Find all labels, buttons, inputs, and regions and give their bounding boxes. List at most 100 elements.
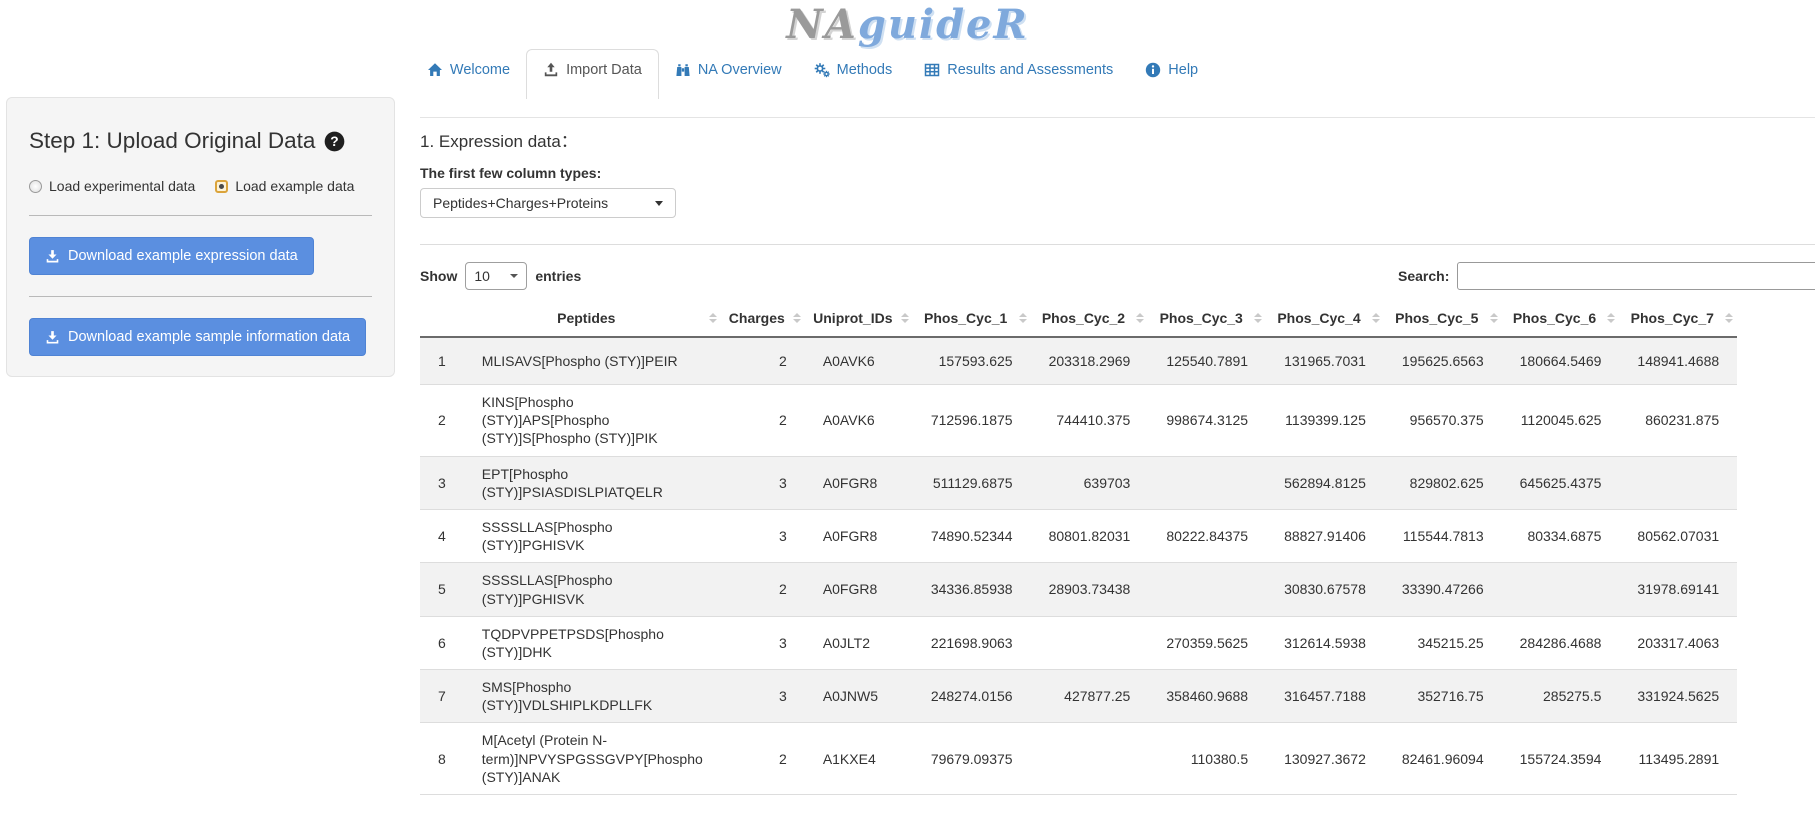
table-search-control: Search: (1398, 262, 1815, 290)
uniprot-cell: A0JNW5 (805, 670, 913, 723)
content-top-rule (420, 117, 1815, 118)
sort-arrows-icon[interactable] (793, 313, 801, 323)
row-number-cell: 7 (420, 670, 464, 723)
tab-label: Methods (837, 62, 893, 78)
search-input[interactable] (1457, 262, 1815, 290)
tab-methods[interactable]: Methods (798, 50, 909, 90)
table-row[interactable]: 6TQDPVPPETPSDS[Phospho (STY)]DHK3A0JLT22… (420, 616, 1737, 669)
column-types-label: The first few column types: (420, 165, 1815, 181)
download-button-label: Download example expression data (68, 248, 298, 264)
phos-cyc-4-cell: 316457.7188 (1266, 670, 1384, 723)
nav-tabs: WelcomeImport DataNA Overview Methods Resu… (0, 50, 1815, 99)
table-row[interactable]: 3EPT[Phospho (STY)]PSIASDISLPIATQELR3A0F… (420, 456, 1737, 509)
radio-unselected-icon[interactable] (29, 180, 42, 193)
radio-selected-icon[interactable] (215, 180, 228, 193)
phos-cyc-5-cell: 956570.375 (1384, 385, 1502, 457)
phos-cyc-7-cell: 331924.5625 (1619, 670, 1737, 723)
column-header-peptides[interactable]: Peptides (464, 300, 721, 337)
tab-results-and-assessments[interactable]: Results and Assessments (908, 50, 1129, 90)
column-header-phos_cyc_7[interactable]: Phos_Cyc_7 (1619, 300, 1737, 337)
charge-cell: 2 (721, 563, 805, 616)
column-header-phos_cyc_2[interactable]: Phos_Cyc_2 (1031, 300, 1149, 337)
tab-welcome[interactable]: Welcome (411, 50, 526, 90)
peptide-cell: SMS[Phospho (STY)]VDLSHIPLKDPLLFK (464, 670, 721, 723)
column-header-phos_cyc_6[interactable]: Phos_Cyc_6 (1502, 300, 1620, 337)
sidebar-divider (29, 296, 372, 297)
sort-arrows-icon[interactable] (1019, 313, 1027, 323)
uniprot-cell: A0JLT2 (805, 616, 913, 669)
sort-arrows-icon[interactable] (709, 313, 717, 323)
phos-cyc-2-cell: 80801.82031 (1031, 509, 1149, 562)
phos-cyc-7-cell: 860231.875 (1619, 385, 1737, 457)
gears-icon (814, 62, 830, 78)
svg-text:?: ? (331, 134, 339, 149)
page-length-value: 10 (474, 268, 490, 284)
sort-arrows-icon[interactable] (1372, 313, 1380, 323)
phos-cyc-1-cell: 712596.1875 (913, 385, 1031, 457)
tab-import-data[interactable]: Import Data (526, 49, 659, 99)
phos-cyc-5-cell: 115544.7813 (1384, 509, 1502, 562)
column-header-uniprot_ids[interactable]: Uniprot_IDs (805, 300, 913, 337)
column-header-phos_cyc_3[interactable]: Phos_Cyc_3 (1148, 300, 1266, 337)
upload-icon (543, 62, 559, 78)
column-types-select[interactable]: Peptides+Charges+Proteins (420, 188, 676, 218)
radio-option-load-example-data[interactable]: Load example data (215, 178, 354, 194)
phos-cyc-3-cell: 125540.7891 (1148, 337, 1266, 385)
uniprot-cell: A0FGR8 (805, 563, 913, 616)
download-button-expression-data[interactable]: Download example expression data (29, 237, 314, 275)
column-header-phos_cyc_1[interactable]: Phos_Cyc_1 (913, 300, 1031, 337)
table-row[interactable]: 5SSSSLLAS[Phospho (STY)]PGHISVK2A0FGR834… (420, 563, 1737, 616)
table-row[interactable]: 4SSSSLLAS[Phospho (STY)]PGHISVK3A0FGR874… (420, 509, 1737, 562)
tab-help[interactable]: Help (1129, 50, 1214, 90)
home-icon (427, 62, 443, 78)
data-source-radio-group: Load experimental data Load example data (29, 178, 372, 194)
phos-cyc-4-cell: 131965.7031 (1266, 337, 1384, 385)
radio-option-label: Load experimental data (49, 178, 195, 194)
sidebar-title: Step 1: Upload Original Data ? (29, 128, 372, 154)
phos-cyc-2-cell: 427877.25 (1031, 670, 1149, 723)
app-logo-part2: guideR (858, 1, 1029, 48)
uniprot-cell: A1KXE4 (805, 723, 913, 795)
phos-cyc-1-cell: 79679.09375 (913, 723, 1031, 795)
sort-arrows-icon[interactable] (1254, 313, 1262, 323)
phos-cyc-6-cell: 284286.4688 (1502, 616, 1620, 669)
phos-cyc-4-cell: 1139399.125 (1266, 385, 1384, 457)
page-length-select[interactable]: 10 (465, 262, 527, 290)
column-header-phos_cyc_4[interactable]: Phos_Cyc_4 (1266, 300, 1384, 337)
column-header-phos_cyc_5[interactable]: Phos_Cyc_5 (1384, 300, 1502, 337)
entries-label: entries (535, 268, 581, 284)
sort-arrows-icon[interactable] (901, 313, 909, 323)
row-number-cell: 8 (420, 723, 464, 795)
column-header-label: Phos_Cyc_2 (1042, 310, 1125, 326)
table-row[interactable]: 1MLISAVS[Phospho (STY)]PEIR2A0AVK6157593… (420, 337, 1737, 385)
tab-na-overview[interactable]: NA Overview (659, 50, 798, 90)
sort-arrows-icon[interactable] (1607, 313, 1615, 323)
download-button-sample-information[interactable]: Download example sample information data (29, 318, 366, 356)
sort-arrows-icon[interactable] (1725, 313, 1733, 323)
phos-cyc-3-cell: 998674.3125 (1148, 385, 1266, 457)
table-row[interactable]: 8M[Acetyl (Protein N-term)]NPVYSPGSSGVPY… (420, 723, 1737, 795)
sort-arrows-icon[interactable] (1136, 313, 1144, 323)
charge-cell: 2 (721, 385, 805, 457)
charge-cell: 2 (721, 337, 805, 385)
table-row[interactable]: 2KINS[Phospho (STY)]APS[Phospho (STY)]S[… (420, 385, 1737, 457)
table-row[interactable]: 7SMS[Phospho (STY)]VDLSHIPLKDPLLFK3A0JNW… (420, 670, 1737, 723)
column-header-label: Phos_Cyc_5 (1395, 310, 1478, 326)
phos-cyc-1-cell: 511129.6875 (913, 456, 1031, 509)
column-header-label: Charges (729, 310, 785, 326)
radio-option-load-experimental-data[interactable]: Load experimental data (29, 178, 195, 194)
column-header-charges[interactable]: Charges (721, 300, 805, 337)
app-logo-part1: NA (786, 1, 858, 48)
charge-cell: 3 (721, 616, 805, 669)
phos-cyc-3-cell: 358460.9688 (1148, 670, 1266, 723)
column-header-label: Phos_Cyc_7 (1631, 310, 1714, 326)
table-icon (924, 62, 940, 78)
uniprot-cell: A0FGR8 (805, 509, 913, 562)
sort-arrows-icon[interactable] (1490, 313, 1498, 323)
peptide-cell: M[Acetyl (Protein N-term)]NPVYSPGSSGVPY[… (464, 723, 721, 795)
phos-cyc-1-cell: 248274.0156 (913, 670, 1031, 723)
question-icon[interactable]: ? (324, 131, 345, 152)
phos-cyc-7-cell: 113495.2891 (1619, 723, 1737, 795)
phos-cyc-5-cell: 352716.75 (1384, 670, 1502, 723)
binoculars-icon (675, 62, 691, 78)
